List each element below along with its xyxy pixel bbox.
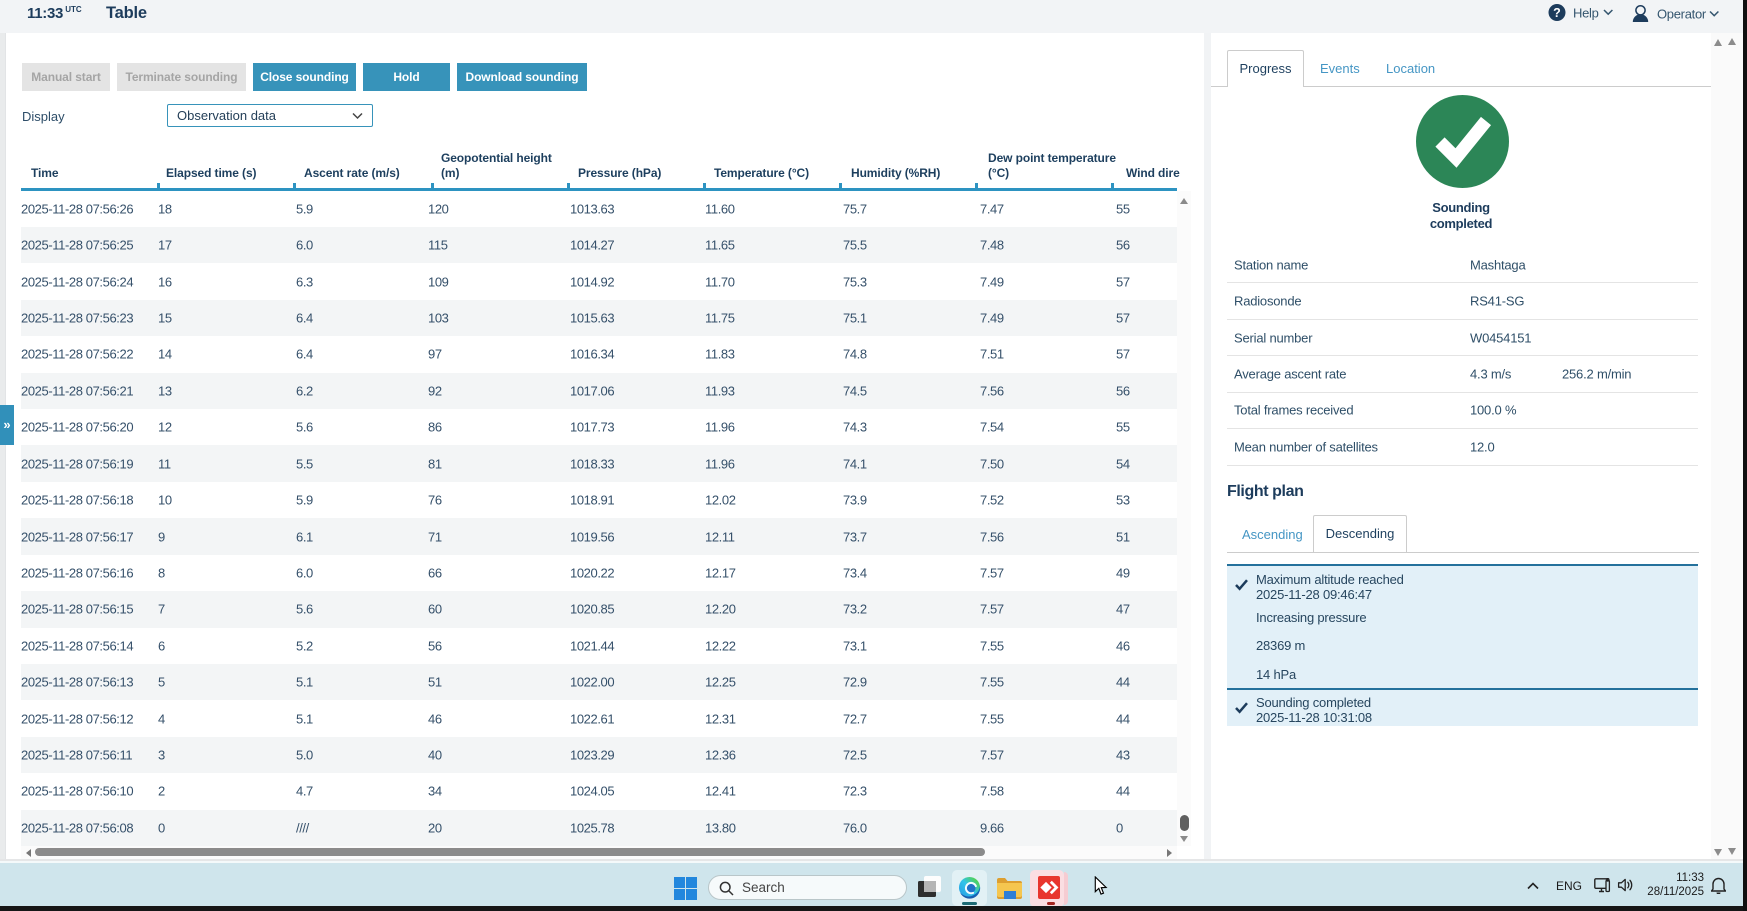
svg-text:?: ? <box>1553 6 1561 20</box>
svg-text:Help: Help <box>1573 6 1599 21</box>
svg-text:Operator: Operator <box>1657 7 1707 22</box>
